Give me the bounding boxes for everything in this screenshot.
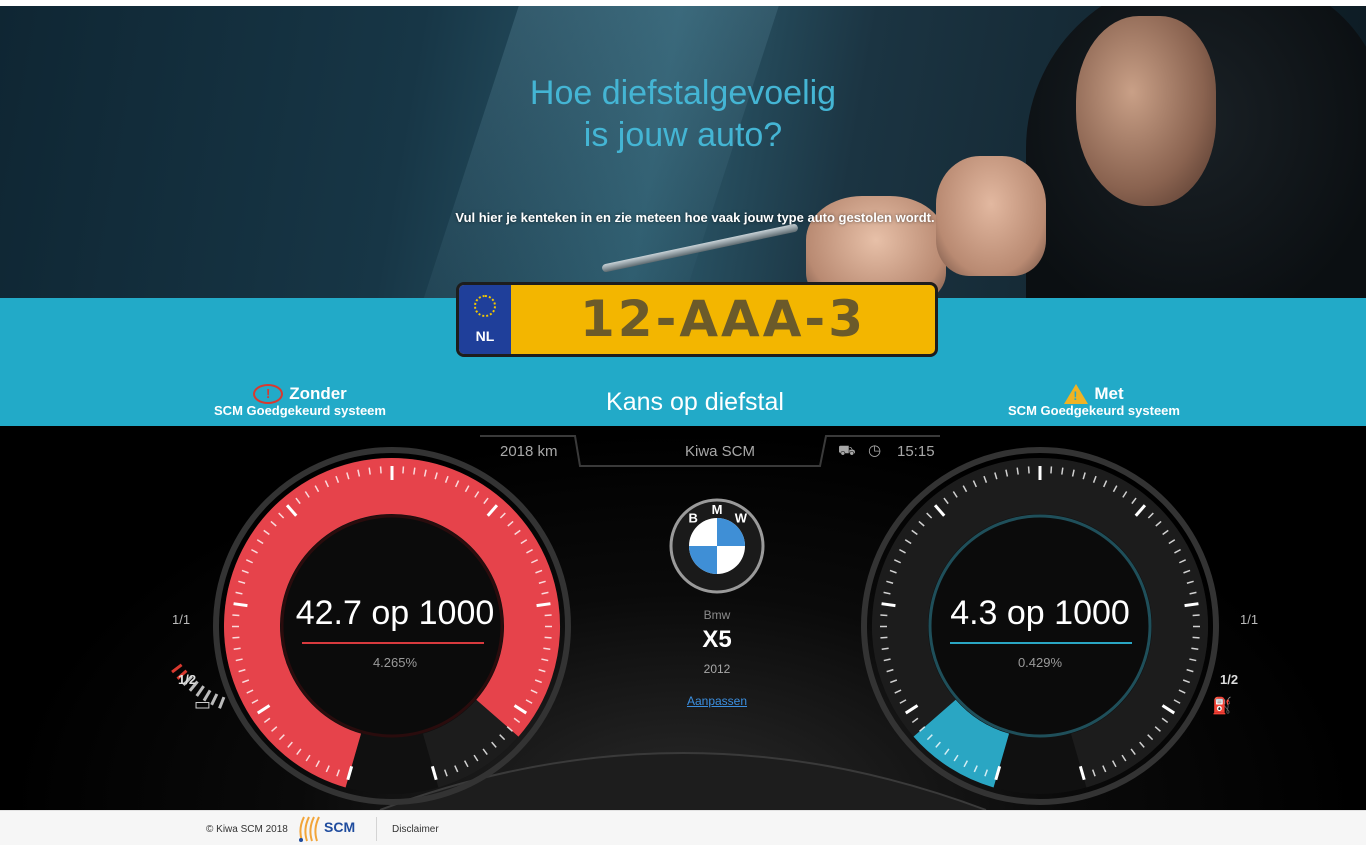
right-gauge-tick — [881, 647, 889, 651]
bmw-logo-letter: M — [712, 502, 723, 517]
eu-stars-icon — [474, 295, 496, 317]
fuel-pump-icon: ⛽ — [1212, 698, 1232, 715]
left-gauge-tick — [368, 467, 371, 475]
warning-triangle-icon: ! — [1064, 384, 1089, 404]
left-level-tick — [218, 696, 226, 709]
right-gauge-tick — [1016, 467, 1019, 475]
right-gauge-percent: 0.429% — [1017, 655, 1063, 670]
odometer: 2018 km — [500, 443, 558, 460]
with-scm-label: ! Met SCM Goedgekeurd systeem — [994, 384, 1194, 418]
with-subtitle: SCM Goedgekeurd systeem — [1008, 403, 1180, 418]
left-level-half: 1/2 — [178, 672, 197, 687]
bmw-logo-letter: B — [688, 511, 697, 526]
clock-time: 15:15 — [897, 443, 935, 460]
edit-car-link[interactable]: Aanpassen — [617, 694, 817, 708]
right-gauge-tick — [1027, 466, 1030, 474]
car-model: X5 — [702, 626, 732, 653]
bmw-logo-letter: W — [735, 511, 748, 526]
hero-title: Hoe diefstalgevoelig is jouw auto? — [529, 74, 837, 154]
car-make: Bmw — [703, 608, 731, 622]
left-gauge-percent: 4.265% — [372, 655, 418, 670]
right-level-half: 1/2 — [1220, 672, 1239, 687]
right-gauge-tick — [1050, 466, 1053, 474]
left-level-tick — [171, 663, 183, 674]
plate-number[interactable]: 12-AAA-3 — [511, 285, 935, 354]
left-gauge-value: 42.7 op 1000 — [295, 594, 495, 632]
with-title: Met — [1094, 384, 1124, 403]
footer-separator — [376, 817, 377, 841]
license-plate-input[interactable]: NL 12-AAA-3 — [456, 282, 938, 357]
eu-strip: NL — [459, 285, 511, 354]
left-gauge-tick — [233, 647, 241, 651]
disclaimer-link[interactable]: Disclaimer — [392, 824, 439, 835]
hero-subtitle: Vul hier je kenteken in en zie meteen ho… — [455, 210, 935, 225]
left-gauge-tick — [413, 467, 416, 475]
left-gauge-tick — [232, 636, 240, 639]
scm-logo-icon — [299, 816, 320, 842]
left-gauge-tick — [379, 466, 382, 474]
plate-country: NL — [475, 328, 495, 344]
dashboard-cluster: BMW 2018 km Kiwa SCM ⛟ ◷ 15:15 42.7 op 1… — [0, 426, 1366, 810]
left-gauge-tick — [543, 647, 551, 651]
right-level-full: 1/1 — [1240, 612, 1259, 627]
scm-logo: SCM — [298, 815, 362, 843]
clock-icon: ◷ — [868, 442, 882, 459]
right-gauge-value: 4.3 op 1000 — [950, 594, 1130, 632]
left-level-full: 1/1 — [172, 612, 191, 627]
scm-logo-text: SCM — [324, 819, 356, 835]
right-gauge-tick — [1191, 647, 1199, 651]
left-gauge-tick — [402, 466, 405, 474]
battery-icon: ▭ — [194, 694, 212, 714]
footer: © Kiwa SCM 2018 SCM Disclaimer — [0, 810, 1366, 845]
cluster-title: Kiwa SCM — [684, 443, 755, 460]
hero-banner: Hoe diefstalgevoelig is jouw auto? Vul h… — [0, 6, 1366, 298]
copyright: © Kiwa SCM 2018 — [206, 824, 288, 835]
left-level-tick — [210, 693, 219, 706]
left-gauge-divider — [302, 642, 484, 644]
right-gauge-tick — [880, 636, 888, 639]
right-gauge-divider — [950, 642, 1132, 644]
right-gauge-tick — [1192, 636, 1200, 639]
lane-assist-icon: ⛟ — [838, 442, 856, 458]
left-gauge-tick — [544, 636, 552, 639]
car-year: 2012 — [703, 662, 731, 676]
right-gauge-tick — [1061, 467, 1064, 475]
